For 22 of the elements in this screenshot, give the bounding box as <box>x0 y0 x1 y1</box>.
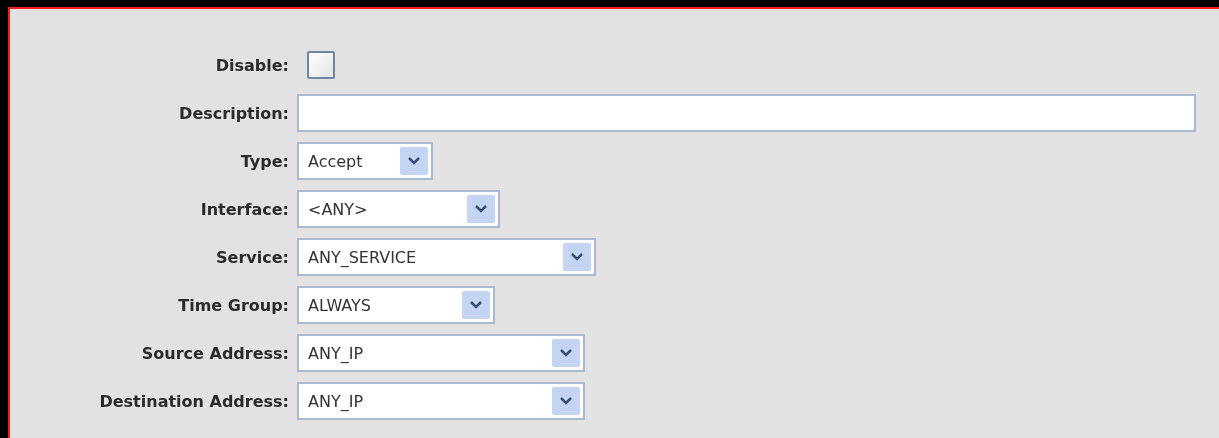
dropdown[interactable]: <ANY> <box>297 190 500 228</box>
field-label: Disable: <box>215 55 289 75</box>
field-label: Service: <box>216 247 289 267</box>
field-label: Type: <box>240 151 289 171</box>
dropdown[interactable]: ALWAYS <box>297 286 495 324</box>
dropdown[interactable]: Accept <box>297 142 433 180</box>
chevron-down-icon <box>400 147 428 175</box>
dropdown[interactable]: ANY_IP <box>297 334 585 372</box>
field-label: Interface: <box>200 199 289 219</box>
field-label: Destination Address: <box>99 391 289 411</box>
chevron-down-icon <box>563 243 591 271</box>
field-label: Source Address: <box>141 343 289 363</box>
description-field[interactable] <box>297 94 1196 132</box>
dropdown[interactable]: ANY_SERVICE <box>297 238 596 276</box>
checkbox[interactable] <box>307 51 335 79</box>
chevron-down-icon <box>552 387 580 415</box>
dropdown[interactable]: ANY_IP <box>297 382 585 420</box>
field-label: Description: <box>179 103 289 123</box>
chevron-down-icon <box>552 339 580 367</box>
chevron-down-icon <box>462 291 490 319</box>
chevron-down-icon <box>467 195 495 223</box>
field-label: Time Group: <box>178 295 289 315</box>
